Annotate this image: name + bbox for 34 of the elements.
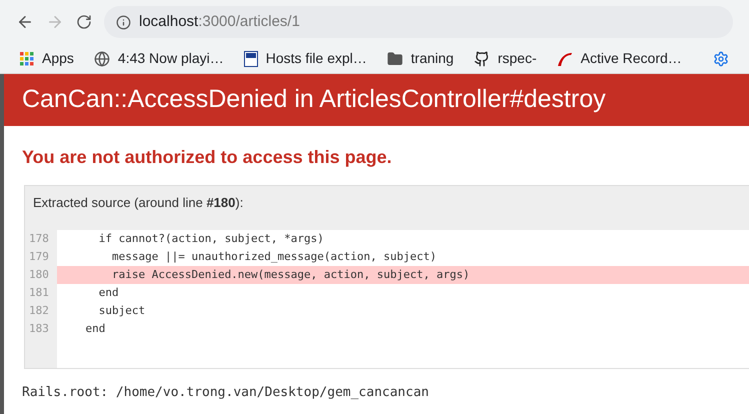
line-number: 183 bbox=[28, 320, 50, 336]
code-line: end bbox=[84, 320, 106, 336]
bookmark[interactable]: 4:43 Now playi… bbox=[94, 48, 224, 69]
bookmark[interactable]: Hosts file expl… bbox=[244, 48, 367, 69]
line-number: 181 bbox=[28, 284, 50, 300]
line-number: 178 bbox=[28, 230, 50, 246]
back-button[interactable] bbox=[16, 13, 34, 31]
url-host: localhost bbox=[139, 12, 198, 32]
rails-root: Rails.root: /home/vo.trong.van/Desktop/gem_cancancan bbox=[21, 384, 430, 402]
page-icon bbox=[244, 50, 258, 66]
bookmark[interactable]: Apps bbox=[20, 48, 74, 69]
grid-icon bbox=[20, 52, 34, 66]
rails-icon bbox=[556, 50, 573, 66]
line-number: 182 bbox=[28, 302, 50, 318]
code-line: if cannot?(action, subject, *args) bbox=[98, 230, 325, 246]
line-number: 180 bbox=[28, 266, 50, 282]
code-line: subject bbox=[98, 302, 146, 318]
source-caption: Extracted source (around line #180): bbox=[32, 194, 244, 212]
code-line: message ||= unauthorized_message(action, subject) bbox=[110, 248, 438, 265]
folder-icon bbox=[386, 50, 403, 66]
url-path: :3000/articles/1 bbox=[198, 12, 300, 32]
line-number: 179 bbox=[28, 248, 50, 264]
gear-icon[interactable] bbox=[713, 50, 729, 66]
github-icon bbox=[474, 50, 490, 66]
bookmark[interactable]: Active Record… bbox=[556, 48, 682, 69]
code-line: end bbox=[98, 284, 120, 300]
error-header: CanCan::AccessDenied in ArticlesController#destroy bbox=[4, 74, 749, 126]
bookmark[interactable]: traning bbox=[386, 48, 454, 69]
address-bar[interactable]: localhost:3000/articles/1 bbox=[104, 6, 733, 38]
error-message: You are not authorized to access this page. bbox=[21, 146, 393, 169]
reload-button[interactable] bbox=[76, 14, 92, 30]
globe-icon bbox=[94, 50, 110, 66]
info-icon bbox=[116, 14, 131, 30]
bookmark[interactable]: rspec- bbox=[474, 48, 537, 69]
